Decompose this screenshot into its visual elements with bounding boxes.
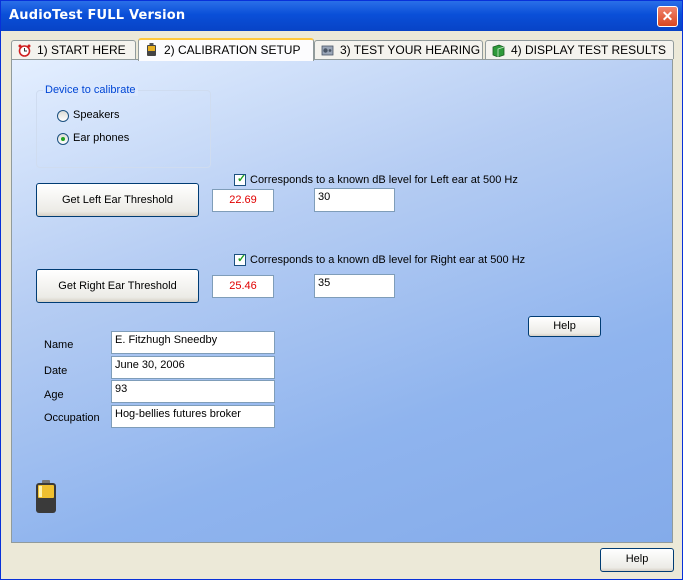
footer-help-button[interactable]: Help — [600, 548, 674, 572]
close-button[interactable]: ✕ — [657, 6, 678, 27]
right-known-db-input[interactable]: 35 — [314, 274, 395, 298]
alarm-clock-icon — [18, 44, 31, 57]
get-right-ear-threshold-button[interactable]: Get Right Ear Threshold — [36, 269, 199, 303]
left-known-db-input[interactable]: 30 — [314, 188, 395, 212]
panel-help-button[interactable]: Help — [528, 316, 601, 337]
tab-label: 3) TEST YOUR HEARING — [340, 43, 481, 57]
speakers-label: Speakers — [73, 109, 120, 121]
right-known-db-label: Corresponds to a known dB level for Righ… — [250, 254, 526, 266]
checkmark-icon: ✓ — [237, 253, 247, 265]
name-label: Name — [44, 339, 74, 351]
calibration-panel: Device to calibrate Speakers Ear phones … — [11, 59, 673, 543]
ear-phones-label: Ear phones — [73, 132, 130, 144]
radio-button[interactable] — [57, 110, 69, 122]
tab-label: 2) CALIBRATION SETUP — [164, 43, 301, 57]
tab-calibration-setup[interactable]: 2) CALIBRATION SETUP — [138, 38, 314, 61]
left-known-db-label: Corresponds to a known dB level for Left… — [250, 174, 518, 186]
battery-icon — [147, 43, 156, 56]
battery-icon — [36, 480, 56, 513]
device-group-title: Device to calibrate — [43, 84, 138, 96]
radio-button[interactable] — [57, 133, 69, 145]
occupation-label: Occupation — [44, 412, 100, 424]
title-bar[interactable]: AudioTest FULL Version ✕ — [1, 1, 682, 31]
left-known-db-checkbox[interactable]: ✓ — [234, 173, 247, 186]
radio-selected-dot — [61, 137, 65, 141]
left-threshold-readout: 22.69 — [212, 189, 274, 212]
main-window: AudioTest FULL Version ✕ 1) START HERE 2… — [0, 0, 683, 580]
date-input[interactable]: June 30, 2006 — [111, 356, 275, 379]
get-left-ear-threshold-button[interactable]: Get Left Ear Threshold — [36, 183, 199, 217]
book-icon — [492, 44, 505, 57]
right-threshold-readout: 25.46 — [212, 275, 274, 298]
window-title: AudioTest FULL Version — [9, 8, 186, 23]
tab-display-test-results[interactable]: 4) DISPLAY TEST RESULTS — [485, 40, 674, 59]
date-label: Date — [44, 365, 68, 377]
name-input[interactable]: E. Fitzhugh Sneedby — [111, 331, 275, 354]
device-groupbox: Device to calibrate Speakers Ear phones — [36, 84, 211, 168]
tab-test-your-hearing[interactable]: 3) TEST YOUR HEARING — [314, 40, 483, 59]
age-label: Age — [44, 389, 64, 401]
occupation-input[interactable]: Hog-bellies futures broker — [111, 405, 275, 428]
age-input[interactable]: 93 — [111, 380, 275, 403]
tab-start-here[interactable]: 1) START HERE — [11, 40, 136, 59]
tab-label: 4) DISPLAY TEST RESULTS — [511, 43, 666, 57]
checkmark-icon: ✓ — [237, 173, 247, 185]
speaker-icon — [321, 45, 334, 56]
tab-label: 1) START HERE — [37, 43, 126, 57]
right-known-db-checkbox[interactable]: ✓ — [234, 253, 247, 266]
